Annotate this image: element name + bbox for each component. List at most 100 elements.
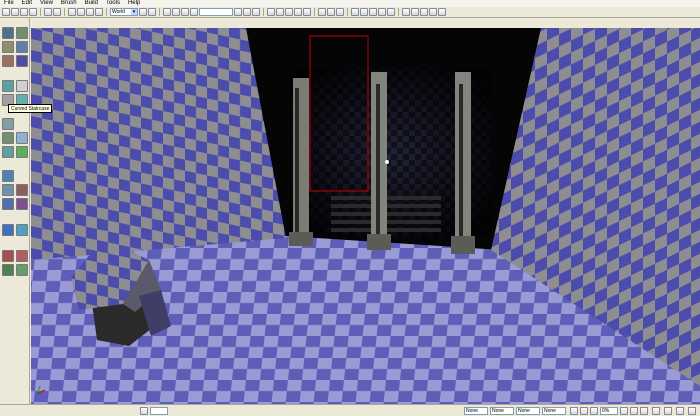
undo-button[interactable] — [44, 8, 52, 16]
command-input[interactable] — [199, 8, 233, 16]
status-input[interactable] — [150, 407, 168, 415]
viewport-scene — [31, 28, 700, 404]
rotation-snap-button[interactable] — [580, 407, 588, 415]
play-button[interactable] — [318, 8, 326, 16]
toolbar-separator — [64, 8, 65, 16]
perspective-viewport[interactable] — [31, 28, 700, 404]
menu-bar: File Edit View Brush Build Tools Help — [0, 0, 700, 7]
menu-brush[interactable]: Brush — [61, 0, 77, 7]
csg-deintersect-icon[interactable] — [16, 198, 28, 210]
build-cover-button[interactable] — [294, 8, 302, 16]
play-pie-button[interactable] — [327, 8, 335, 16]
lighting-mode-button[interactable] — [402, 8, 410, 16]
cube-brush-icon[interactable] — [2, 80, 14, 92]
build-geometry-button[interactable] — [267, 8, 275, 16]
spiral-staircase-icon[interactable] — [16, 132, 28, 144]
csg-subtract-icon[interactable] — [16, 184, 28, 196]
kismet-button[interactable] — [148, 8, 156, 16]
sphere-brush-icon[interactable] — [16, 146, 28, 158]
build-lighting-button[interactable] — [276, 8, 284, 16]
wireframe-mode-button[interactable] — [411, 8, 419, 16]
volume-brush-icon[interactable] — [2, 170, 14, 182]
show-all-icon[interactable] — [16, 264, 28, 276]
realtime-button[interactable] — [243, 8, 251, 16]
scene-manager-button[interactable] — [360, 8, 368, 16]
save-map-button[interactable] — [20, 8, 28, 16]
toolbar-separator — [347, 8, 348, 16]
linear-staircase-icon[interactable] — [2, 132, 14, 144]
add-special-icon[interactable] — [16, 224, 28, 236]
drag-grid-button[interactable] — [68, 8, 76, 16]
unreal-cascade-button[interactable] — [387, 8, 395, 16]
paste-button[interactable] — [95, 8, 103, 16]
zoom-field[interactable]: 0% — [600, 407, 618, 415]
browser-button[interactable] — [351, 8, 359, 16]
play-console-button[interactable] — [336, 8, 344, 16]
tetrahedron-brush-icon[interactable] — [2, 146, 14, 158]
detail-mode-button[interactable] — [438, 8, 446, 16]
copy-button[interactable] — [86, 8, 94, 16]
menu-file[interactable]: File — [4, 0, 14, 7]
preview-button[interactable] — [252, 8, 260, 16]
mesh-paint-button[interactable] — [2, 55, 14, 67]
grid-toggle-button[interactable] — [570, 407, 578, 415]
menu-view[interactable]: View — [40, 0, 53, 7]
unlit-mode-button[interactable] — [420, 8, 428, 16]
help-icon[interactable] — [688, 407, 696, 415]
chevron-down-icon[interactable]: ▾ — [131, 9, 137, 15]
tool-palette — [0, 18, 30, 404]
snap-vertex-icon[interactable] — [664, 407, 672, 415]
sheet-brush-icon[interactable] — [2, 118, 14, 130]
menu-build[interactable]: Build — [85, 0, 98, 7]
csg-intersect-icon[interactable] — [2, 198, 14, 210]
toolbar-separator — [40, 8, 41, 16]
select-inverse-icon[interactable] — [2, 264, 14, 276]
redo-button[interactable] — [53, 8, 61, 16]
transform-button[interactable] — [190, 8, 198, 16]
matinee-button[interactable] — [378, 8, 386, 16]
texture-mode-button[interactable] — [16, 41, 28, 53]
add-volume-icon[interactable] — [2, 224, 14, 236]
coverlink-mode-button[interactable] — [16, 55, 28, 67]
drag-grid-icon[interactable] — [620, 407, 628, 415]
light-actor — [385, 160, 389, 164]
menu-help[interactable]: Help — [128, 0, 140, 7]
hide-selected-icon[interactable] — [2, 250, 14, 262]
toolbar-separator — [263, 8, 264, 16]
left-wall — [31, 28, 286, 260]
open-map-button[interactable] — [11, 8, 19, 16]
cone-brush-icon[interactable] — [16, 80, 28, 92]
properties-button[interactable] — [369, 8, 377, 16]
new-map-button[interactable] — [2, 8, 10, 16]
build-paths-button[interactable] — [285, 8, 293, 16]
status-button[interactable] — [140, 407, 148, 415]
autosave-icon[interactable] — [640, 407, 648, 415]
geometry-mode-button[interactable] — [16, 27, 28, 39]
build-all-button[interactable] — [303, 8, 311, 16]
paste-here-button[interactable] — [181, 8, 189, 16]
toolbar-separator — [314, 8, 315, 16]
search-actors-button[interactable] — [139, 8, 147, 16]
coordinate-system-select[interactable]: World ▾ — [110, 8, 138, 16]
terrain-mode-button[interactable] — [2, 41, 14, 53]
menu-edit[interactable]: Edit — [22, 0, 32, 7]
lit-mode-button[interactable] — [429, 8, 437, 16]
settings-icon[interactable] — [676, 407, 684, 415]
lock-icon[interactable] — [652, 407, 660, 415]
select-all-button[interactable] — [172, 8, 180, 16]
rotation-grid-icon[interactable] — [630, 407, 638, 415]
toolbar-separator — [398, 8, 399, 16]
cut-button[interactable] — [77, 8, 85, 16]
status-field-3: None — [516, 407, 540, 415]
select-button[interactable] — [163, 8, 171, 16]
scale-snap-button[interactable] — [590, 407, 598, 415]
csg-add-icon[interactable] — [2, 184, 14, 196]
camera-mode-button[interactable] — [2, 27, 14, 39]
menu-tools[interactable]: Tools — [106, 0, 120, 7]
show-selected-icon[interactable] — [16, 250, 28, 262]
search-button[interactable] — [234, 8, 242, 16]
status-field-2: None — [490, 407, 514, 415]
save-all-button[interactable] — [29, 8, 37, 16]
status-field-1: None — [464, 407, 488, 415]
status-field-4: None — [542, 407, 566, 415]
